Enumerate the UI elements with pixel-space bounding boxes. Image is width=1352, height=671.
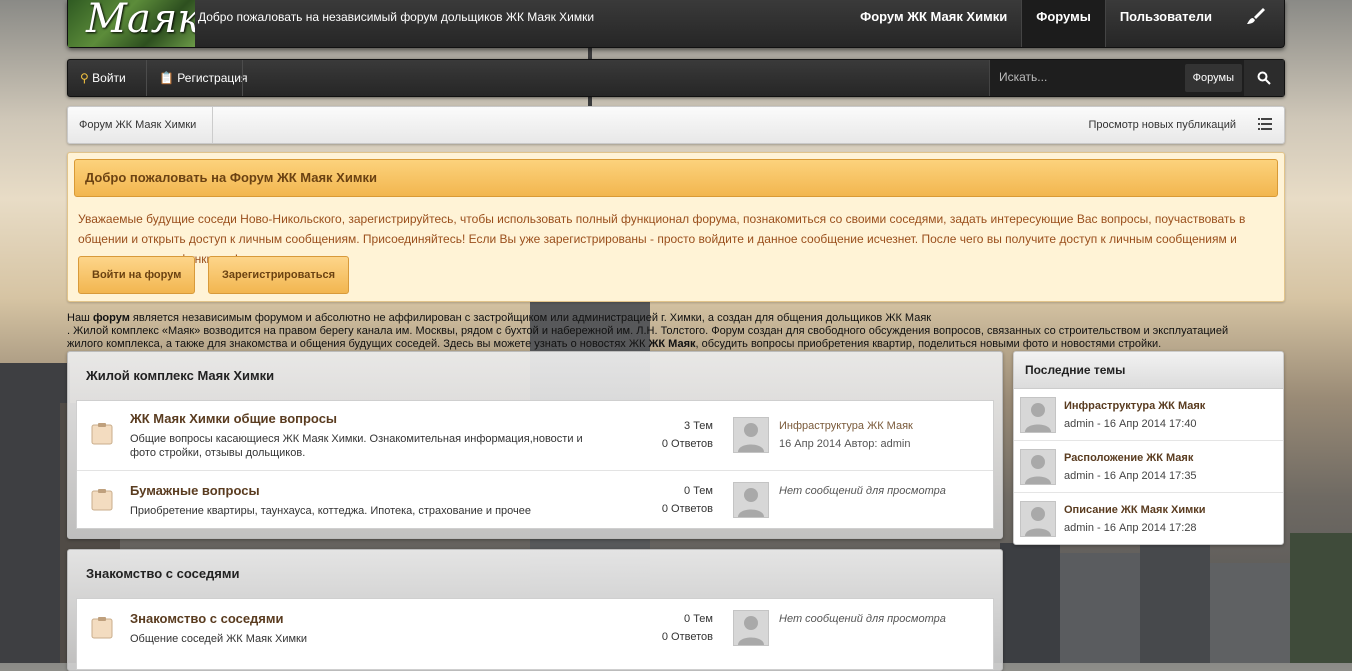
category-title[interactable]: Знакомство с соседями <box>86 566 240 581</box>
nav-users[interactable]: Пользователи <box>1106 0 1226 47</box>
forum-read-icon <box>91 617 113 639</box>
latest-topic-title[interactable]: Расположение ЖК Маяк <box>1064 452 1193 464</box>
breadcrumb: Форум ЖК Маяк Химки Просмотр новых публи… <box>67 106 1285 144</box>
forum-title[interactable]: Бумажные вопросы <box>130 483 260 498</box>
search-scope-select[interactable]: Форумы <box>1184 64 1242 92</box>
user-bar: ⚲ Войти 📋 Регистрация Искать... Форумы <box>67 59 1285 97</box>
style-brush-icon[interactable] <box>1226 0 1284 47</box>
login-link[interactable]: ⚲ Войти <box>68 60 138 96</box>
forum-row: Знакомство с соседями Общение соседей ЖК… <box>77 599 993 659</box>
forum-stats: 0 Тем 0 Ответов <box>661 485 713 515</box>
avatar[interactable] <box>1020 397 1056 433</box>
site-header: Маяк Добро пожаловать на независимый фор… <box>67 0 1285 48</box>
category-panel: Жилой комплекс Маяк Химки ЖК Маяк Химки … <box>67 351 1003 539</box>
forum-read-icon <box>91 423 113 445</box>
header-nav: Форум ЖК Маяк Химки Форумы Пользователи <box>846 0 1284 47</box>
sidebar-title: Последние темы <box>1014 352 1283 389</box>
avatar[interactable] <box>733 417 769 453</box>
forum-title[interactable]: ЖК Маяк Химки общие вопросы <box>130 411 337 426</box>
forum-description: Общение соседей ЖК Маяк Химки <box>130 633 307 645</box>
latest-topic-meta: admin - 16 Апр 2014 17:40 <box>1064 418 1197 430</box>
latest-topic-meta: admin - 16 Апр 2014 17:28 <box>1064 522 1197 534</box>
latest-topic-item: Инфраструктура ЖК Маяк admin - 16 Апр 20… <box>1014 389 1283 441</box>
avatar <box>733 482 769 518</box>
no-posts-text: Нет сообщений для просмотра <box>779 613 946 625</box>
new-posts-link[interactable]: Просмотр новых публикаций <box>1088 107 1236 143</box>
forum-row: Бумажные вопросы Приобретение квартиры, … <box>77 471 993 528</box>
latest-topic-title[interactable]: Описание ЖК Маяк Химки <box>1064 504 1206 516</box>
welcome-notice: Добро пожаловать на Форум ЖК Маяк Химки … <box>67 152 1285 302</box>
key-icon: ⚲ <box>80 71 89 85</box>
avatar <box>733 610 769 646</box>
header-welcome-text: Добро пожаловать на независимый форум до… <box>198 10 595 24</box>
avatar[interactable] <box>1020 501 1056 537</box>
forum-title[interactable]: Знакомство с соседями <box>130 611 284 626</box>
clipboard-icon: 📋 <box>159 71 174 85</box>
logo-text: Маяк <box>86 0 195 42</box>
latest-topic-item: Описание ЖК Маяк Химки admin - 16 Апр 20… <box>1014 493 1283 544</box>
forum-description: Приобретение квартиры, таунхауса, коттед… <box>130 505 532 517</box>
latest-topic-item: Расположение ЖК Маяк admin - 16 Апр 2014… <box>1014 441 1283 493</box>
notice-title: Добро пожаловать на Форум ЖК Маяк Химки <box>74 159 1278 197</box>
no-posts-text: Нет сообщений для просмотра <box>779 485 946 497</box>
nav-forums[interactable]: Форумы <box>1021 0 1106 47</box>
user-silhouette-icon <box>1025 455 1051 484</box>
category-panel: Знакомство с соседями Знакомство с сосед… <box>67 549 1003 671</box>
user-silhouette-icon <box>1025 403 1051 432</box>
latest-topic-title[interactable]: Инфраструктура ЖК Маяк <box>1064 400 1205 412</box>
forum-stats: 3 Тем 0 Ответов <box>661 420 713 450</box>
search-icon <box>1257 71 1271 85</box>
site-logo[interactable]: Маяк <box>68 0 195 47</box>
breadcrumb-home[interactable]: Форум ЖК Маяк Химки <box>68 107 214 143</box>
last-post-info: Инфраструктура ЖК Маяк 16 Апр 2014 Автор… <box>779 417 913 453</box>
category-title[interactable]: Жилой комплекс Маяк Химки <box>86 368 274 383</box>
forum-stats: 0 Тем 0 Ответов <box>661 613 713 643</box>
forum-description: Общие вопросы касающиеся ЖК Маяк Химки. … <box>130 433 583 459</box>
latest-topic-meta: admin - 16 Апр 2014 17:35 <box>1064 470 1197 482</box>
forum-read-icon <box>91 489 113 511</box>
avatar[interactable] <box>1020 449 1056 485</box>
forum-about-text: Наш форум является независимым форумом и… <box>67 312 1229 350</box>
user-silhouette-icon <box>738 616 764 645</box>
forum-row: ЖК Маяк Химки общие вопросы Общие вопрос… <box>77 401 993 471</box>
user-silhouette-icon <box>738 488 764 517</box>
user-silhouette-icon <box>738 423 764 452</box>
search-button[interactable] <box>1244 60 1284 96</box>
last-post-title[interactable]: Инфраструктура ЖК Маяк <box>779 417 913 435</box>
login-forum-button[interactable]: Войти на форум <box>78 256 196 294</box>
divider <box>242 60 243 96</box>
last-post-meta: 16 Апр 2014 Автор: admin <box>779 438 911 450</box>
forum-list: Знакомство с соседями Общение соседей ЖК… <box>76 598 994 670</box>
search-input[interactable]: Искать... <box>999 70 1047 84</box>
search-box: Искать... Форумы <box>989 60 1244 96</box>
list-icon[interactable] <box>1258 118 1272 130</box>
forum-list: ЖК Маяк Химки общие вопросы Общие вопрос… <box>76 400 994 529</box>
user-silhouette-icon <box>1025 507 1051 536</box>
latest-topics-sidebar: Последние темы Инфраструктура ЖК Маяк ad… <box>1013 351 1284 545</box>
register-button[interactable]: Зарегистрироваться <box>208 256 350 294</box>
nav-forum-home[interactable]: Форум ЖК Маяк Химки <box>846 0 1021 47</box>
